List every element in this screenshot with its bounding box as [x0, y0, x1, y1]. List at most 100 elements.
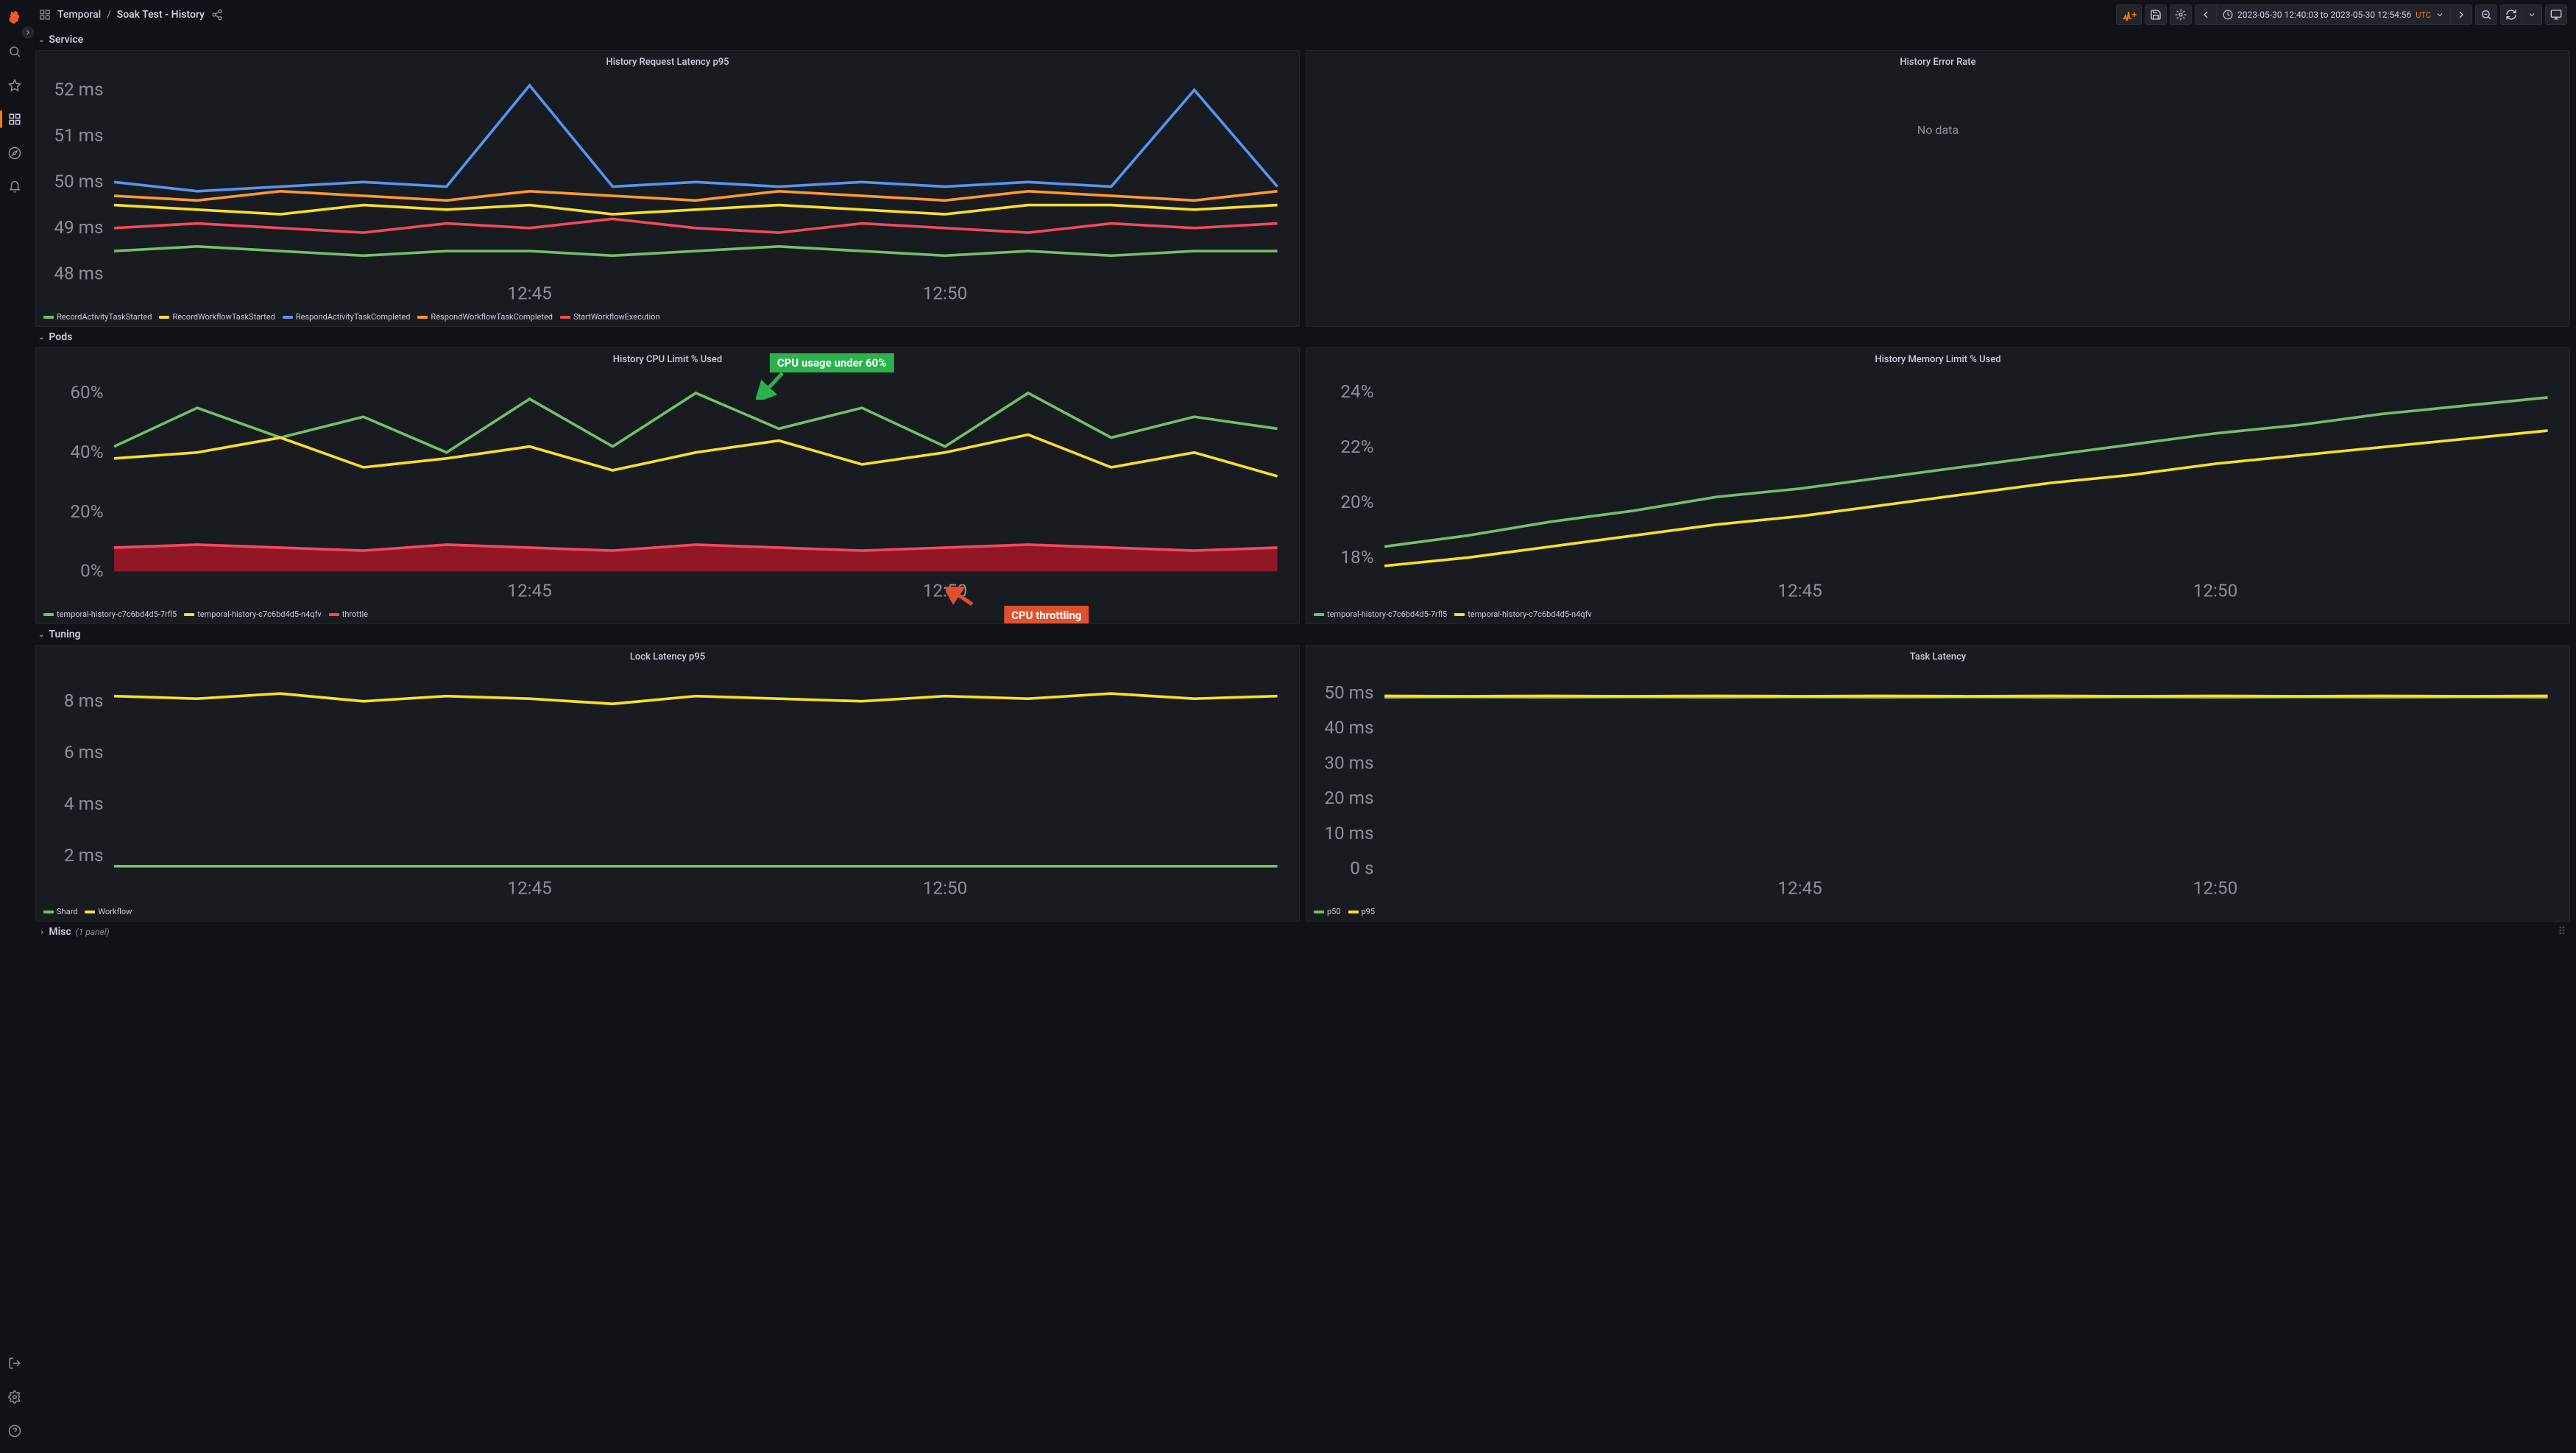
panel-title: History CPU Limit % Used — [36, 348, 1299, 368]
svg-text:12:50: 12:50 — [2193, 877, 2238, 899]
breadcrumb-separator: / — [107, 9, 110, 21]
breadcrumb-root[interactable]: Temporal — [57, 9, 101, 21]
toolbar: + 2023-05-30 12:40:03 to 2023-05-30 12:5… — [2116, 4, 2567, 25]
legend-item[interactable]: Workflow — [85, 907, 132, 916]
svg-text:4 ms: 4 ms — [64, 793, 104, 814]
search-icon[interactable] — [0, 40, 29, 63]
time-back-button[interactable] — [2195, 4, 2216, 25]
svg-text:8 ms: 8 ms — [64, 690, 104, 711]
panel-history-cpu-limit[interactable]: History CPU Limit % Used CPU usage under… — [35, 347, 1300, 624]
legend: temporal-history-c7c6bd4d5-7rfl5 temporal… — [36, 607, 1299, 623]
dashboard-header: Temporal / Soak Test - History + — [29, 0, 2576, 29]
panel-history-memory-limit[interactable]: History Memory Limit % Used18%20%22%24%1… — [1306, 347, 2570, 624]
svg-text:20 ms: 20 ms — [1324, 787, 1373, 808]
row-panel-count: (1 panel) — [76, 927, 110, 937]
chevron-down-icon: ⌄ — [38, 36, 44, 44]
svg-text:12:45: 12:45 — [1777, 877, 1822, 899]
svg-text:12:50: 12:50 — [923, 579, 968, 601]
legend-item[interactable]: p50 — [1314, 907, 1341, 916]
svg-text:20%: 20% — [70, 501, 103, 522]
svg-text:50 ms: 50 ms — [1324, 682, 1373, 703]
legend: Shard Workflow — [36, 904, 1299, 921]
svg-text:22%: 22% — [1340, 436, 1373, 457]
row-header-tuning[interactable]: ⌄ Tuning — [35, 624, 2570, 645]
refresh-button[interactable] — [2500, 4, 2522, 25]
legend: temporal-history-c7c6bd4d5-7rfl5 temporal… — [1306, 607, 2569, 623]
kiosk-mode-button[interactable] — [2545, 4, 2567, 25]
dashboard-settings-button[interactable] — [2170, 4, 2192, 25]
row-header-service[interactable]: ⌄ Service — [35, 29, 2570, 50]
starred-icon[interactable] — [0, 74, 29, 97]
legend: p50 p95 — [1306, 904, 2569, 921]
legend: RecordActivityTaskStarted RecordWorkflowT… — [36, 309, 1299, 326]
signin-icon[interactable] — [0, 1351, 29, 1375]
time-picker[interactable]: 2023-05-30 12:40:03 to 2023-05-30 12:54:… — [2216, 4, 2450, 25]
legend-item[interactable]: p95 — [1348, 907, 1376, 916]
svg-text:12:45: 12:45 — [507, 282, 552, 303]
panel-task-latency[interactable]: Task Latency0 s10 ms20 ms30 ms40 ms50 ms… — [1306, 645, 2570, 922]
svg-text:60%: 60% — [70, 381, 103, 403]
row-label: Misc — [49, 926, 71, 938]
svg-text:12:50: 12:50 — [923, 877, 968, 899]
help-icon[interactable] — [0, 1419, 29, 1443]
timezone-label: UTC — [2416, 10, 2431, 20]
legend-item[interactable]: temporal-history-c7c6bd4d5-7rfl5 — [43, 609, 177, 619]
grafana-logo[interactable] — [0, 6, 29, 29]
legend-item[interactable]: StartWorkflowExecution — [560, 312, 660, 322]
breadcrumb-leaf[interactable]: Soak Test - History — [117, 9, 205, 21]
row-header-misc[interactable]: ⌄ Misc (1 panel) ⠿ — [35, 922, 2570, 942]
svg-text:20%: 20% — [1340, 491, 1373, 512]
panel-title: History Error Rate — [1306, 51, 2569, 71]
zoom-out-button[interactable] — [2475, 4, 2497, 25]
explore-icon[interactable] — [0, 141, 29, 165]
panel-grid-icon[interactable] — [38, 8, 52, 21]
legend-item[interactable]: Shard — [43, 907, 77, 916]
svg-text:30 ms: 30 ms — [1324, 752, 1373, 774]
svg-text:51 ms: 51 ms — [54, 124, 103, 146]
svg-text:52 ms: 52 ms — [54, 79, 103, 100]
share-icon[interactable] — [210, 8, 224, 21]
row-label: Pods — [49, 331, 72, 343]
legend-item[interactable]: throttle — [329, 609, 368, 619]
dashboards-icon[interactable] — [0, 107, 29, 131]
row-label: Tuning — [49, 629, 80, 640]
panel-history-request-latency[interactable]: History Request Latency p95 48 ms 49 ms 50 … — [35, 50, 1300, 327]
alerting-icon[interactable] — [0, 175, 29, 199]
chevron-right-icon: ⌄ — [38, 929, 46, 935]
legend-item[interactable]: temporal-history-c7c6bd4d5-n4qfv — [1454, 609, 1592, 619]
settings-icon[interactable] — [0, 1385, 29, 1409]
add-panel-button[interactable]: + — [2116, 4, 2142, 25]
sidebar — [0, 0, 29, 1453]
save-button[interactable] — [2145, 4, 2167, 25]
legend-item[interactable]: RecordActivityTaskStarted — [43, 312, 152, 322]
svg-text:2 ms: 2 ms — [64, 844, 104, 866]
drag-handle-icon[interactable]: ⠿ — [2558, 926, 2566, 938]
legend-item[interactable]: RecordWorkflowTaskStarted — [159, 312, 275, 322]
refresh-interval-button[interactable] — [2522, 4, 2542, 25]
svg-text:12:45: 12:45 — [507, 877, 552, 899]
svg-text:50 ms: 50 ms — [54, 171, 103, 192]
panel-title: History Memory Limit % Used — [1306, 348, 2569, 368]
panel-title: History Request Latency p95 — [36, 51, 1299, 71]
chevron-down-icon: ⌄ — [38, 333, 44, 342]
svg-text:48 ms: 48 ms — [54, 263, 103, 284]
legend-item[interactable]: temporal-history-c7c6bd4d5-n4qfv — [184, 609, 322, 619]
legend-item[interactable]: temporal-history-c7c6bd4d5-7rfl5 — [1314, 609, 1447, 619]
dashboard-content: ⌄ Service History Request Latency p95 48 … — [29, 29, 2576, 1453]
panel-history-error-rate[interactable]: History Error RateNo data — [1306, 50, 2570, 327]
svg-text:12:45: 12:45 — [507, 579, 552, 601]
panel-title: Task Latency — [1306, 646, 2569, 665]
expand-sidebar-button[interactable] — [22, 26, 34, 38]
time-forward-button[interactable] — [2450, 4, 2472, 25]
svg-text:0 s: 0 s — [1350, 858, 1373, 879]
svg-text:49 ms: 49 ms — [54, 216, 103, 238]
row-header-pods[interactable]: ⌄ Pods — [35, 327, 2570, 347]
svg-text:12:45: 12:45 — [1777, 579, 1822, 601]
time-range-label: 2023-05-30 12:40:03 to 2023-05-30 12:54:… — [2237, 10, 2411, 20]
legend-item[interactable]: RespondWorkflowTaskCompleted — [417, 312, 553, 322]
row-label: Service — [49, 34, 83, 46]
panel-lock-latency[interactable]: Lock Latency p952 ms4 ms6 ms8 ms12:4512:… — [35, 645, 1300, 922]
legend-item[interactable]: RespondActivityTaskCompleted — [283, 312, 411, 322]
svg-text:18%: 18% — [1340, 546, 1373, 568]
svg-text:40%: 40% — [70, 441, 103, 462]
